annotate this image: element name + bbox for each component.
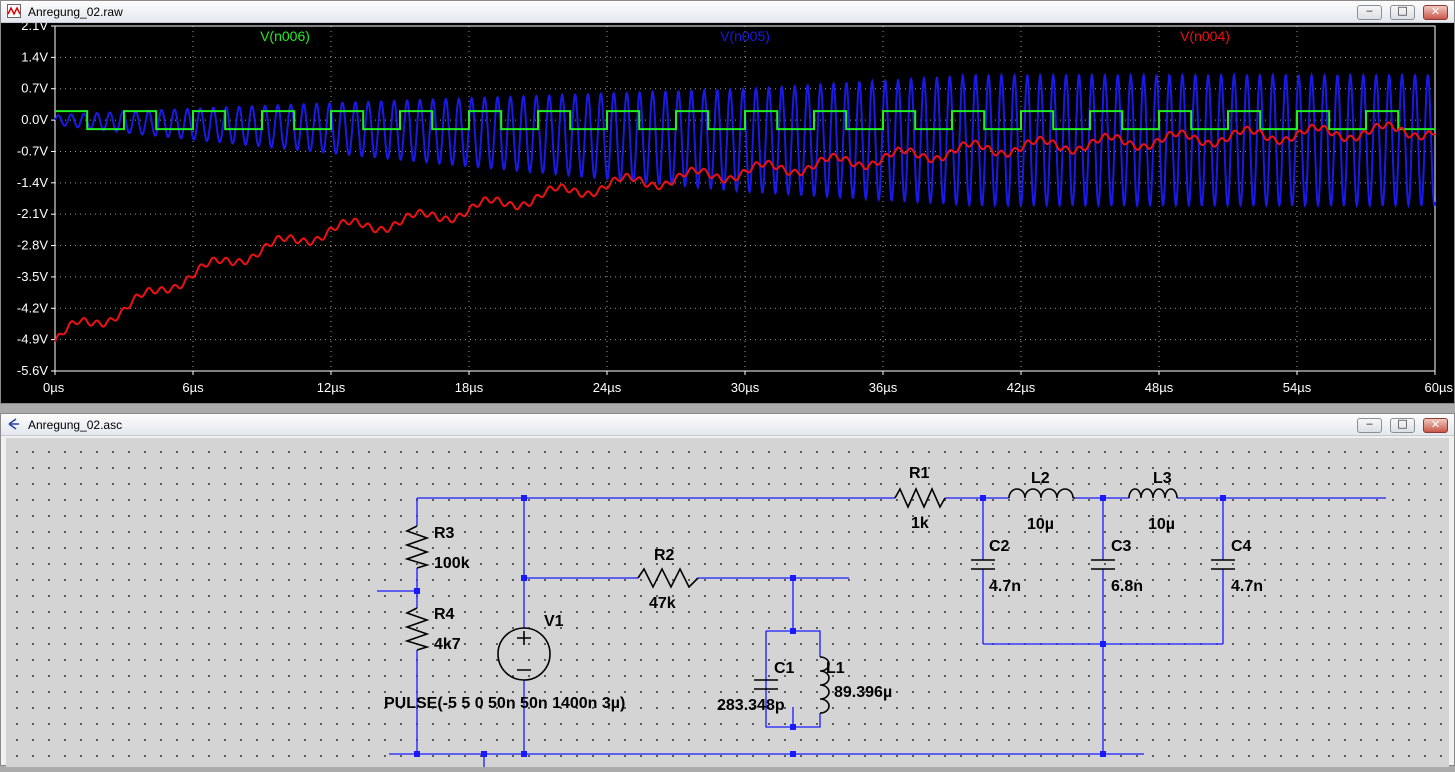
l3-symbol[interactable]	[1128, 488, 1178, 499]
x-axis-ticks: 0µs 6µs 12µs 18µs 24µs 30µs 36µs 42µs 48µs 54µs 60…	[43, 371, 1453, 395]
y-tick-label: 2.1V	[21, 23, 48, 33]
l3-value-label: 10µ	[1148, 516, 1175, 533]
r4-value-label: 4k7	[434, 636, 461, 653]
x-tick-label: 36µs	[869, 380, 898, 395]
series-line-vn004	[54, 121, 1436, 343]
r3-name-label: R3	[434, 525, 455, 542]
r1-name-label: R1	[909, 465, 930, 482]
plot-legend[interactable]: V(n006) V(n005) V(n004)	[260, 28, 1230, 44]
c1-value-label: 283.348p	[717, 697, 785, 714]
waveform-close-button[interactable]: ✕	[1423, 5, 1448, 20]
v1-name-label: V1	[544, 613, 564, 630]
legend-label-vn005[interactable]: V(n005)	[720, 28, 770, 44]
c4-value-label: 4.7n	[1231, 578, 1263, 595]
r3-symbol[interactable]	[404, 525, 430, 569]
c1-name-label: C1	[774, 660, 795, 677]
waveform-plot-area[interactable]: 2.1V 1.4V 0.7V 0.0V -0.7V -1.4V -2.1V -2.8V -3.5…	[1, 18, 1454, 403]
r2-value-label: 47k	[649, 595, 676, 612]
maximize-icon: □	[1397, 417, 1408, 430]
maximize-icon: □	[1397, 4, 1408, 17]
l2-symbol[interactable]	[1008, 488, 1075, 499]
schematic-maximize-button[interactable]: □	[1390, 417, 1415, 433]
l1-value-label: 89.396µ	[834, 684, 892, 701]
c3-symbol[interactable]	[1091, 559, 1115, 570]
waveform-minimize-button[interactable]: ‒	[1357, 4, 1382, 20]
y-tick-label: 0.7V	[21, 81, 48, 96]
x-tick-label: 60µs	[1425, 380, 1454, 395]
waveform-window-title: Anregung_02.raw	[28, 5, 123, 19]
waveform-window: Anregung_02.raw ‒ □ ✕ 2.1V 1.4V 0.7V 0.0V -0…	[0, 0, 1455, 404]
c2-symbol[interactable]	[971, 559, 995, 570]
x-tick-label: 42µs	[1007, 380, 1036, 395]
x-tick-label: 54µs	[1283, 380, 1312, 395]
y-tick-label: -0.7V	[17, 143, 48, 158]
schematic-titlebar: Anregung_02.asc ‒ □ ✕	[1, 414, 1454, 436]
schematic-drawing[interactable]: R1 1k R2 47k R3 100k R4 4k7 V1 PULSE(-5 …	[6, 438, 1449, 767]
schematic-minimize-button[interactable]: ‒	[1357, 417, 1382, 433]
legend-label-vn006[interactable]: V(n006)	[260, 28, 310, 44]
close-icon: ✕	[1430, 418, 1441, 431]
waveform-app-icon	[7, 4, 21, 18]
schematic-canvas[interactable]: R1 1k R2 47k R3 100k R4 4k7 V1 PULSE(-5 …	[6, 438, 1449, 767]
v1-value-label: PULSE(-5 5 0 50n 50n 1400n 3µ)	[384, 695, 625, 712]
y-tick-label: -4.9V	[17, 332, 48, 347]
waveform-chart[interactable]: 2.1V 1.4V 0.7V 0.0V -0.7V -1.4V -2.1V -2.8V -3.5…	[1, 18, 1454, 403]
schematic-window: Anregung_02.asc ‒ □ ✕ R1 1k R2 47k R3 10…	[0, 413, 1455, 767]
close-icon: ✕	[1430, 5, 1441, 18]
r4-name-label: R4	[434, 606, 455, 623]
l1-name-label: L1	[826, 660, 845, 677]
minimize-icon: ‒	[1366, 4, 1373, 17]
c2-name-label: C2	[989, 538, 1010, 555]
r2-name-label: R2	[654, 547, 675, 564]
x-tick-label: 30µs	[731, 380, 760, 395]
y-tick-label: -1.4V	[17, 175, 48, 190]
l2-value-label: 10µ	[1027, 516, 1054, 533]
schematic-symbols	[404, 487, 1235, 714]
y-tick-label: -5.6V	[17, 363, 48, 378]
x-tick-label: 0µs	[43, 380, 65, 395]
c4-name-label: C4	[1231, 538, 1252, 555]
r2-symbol[interactable]	[637, 567, 699, 589]
r4-symbol[interactable]	[404, 607, 430, 651]
y-tick-label: -2.8V	[17, 238, 48, 253]
x-tick-label: 48µs	[1145, 380, 1174, 395]
y-tick-label: 0.0V	[21, 112, 48, 127]
waveform-titlebar: Anregung_02.raw ‒ □ ✕	[1, 1, 1454, 23]
l2-name-label: L2	[1031, 470, 1050, 487]
y-tick-label: -3.5V	[17, 269, 48, 284]
l3-name-label: L3	[1153, 470, 1172, 487]
c3-value-label: 6.8n	[1111, 578, 1143, 595]
x-tick-label: 18µs	[455, 380, 484, 395]
r1-value-label: 1k	[911, 515, 929, 532]
c2-value-label: 4.7n	[989, 578, 1021, 595]
x-tick-label: 6µs	[182, 380, 204, 395]
r3-value-label: 100k	[434, 555, 470, 572]
r1-symbol[interactable]	[894, 487, 946, 509]
series-line-vn006	[55, 110, 1435, 131]
y-tick-label: 1.4V	[21, 49, 48, 64]
x-tick-label: 12µs	[317, 380, 346, 395]
c4-symbol[interactable]	[1211, 559, 1235, 570]
v1-symbol[interactable]	[497, 627, 551, 681]
schematic-app-icon	[8, 418, 19, 430]
legend-label-vn004[interactable]: V(n004)	[1180, 28, 1230, 44]
minimize-icon: ‒	[1366, 417, 1373, 430]
x-tick-label: 24µs	[593, 380, 622, 395]
schematic-close-button[interactable]: ✕	[1423, 418, 1448, 433]
y-axis-ticks: 2.1V 1.4V 0.7V 0.0V -0.7V -1.4V -2.1V -2.8V -3.5…	[17, 18, 55, 378]
c3-name-label: C3	[1111, 538, 1132, 555]
y-tick-label: -2.1V	[17, 206, 48, 221]
y-tick-label: -4.2V	[17, 300, 48, 315]
waveform-maximize-button[interactable]: □	[1390, 4, 1415, 20]
schematic-window-title: Anregung_02.asc	[28, 418, 123, 432]
